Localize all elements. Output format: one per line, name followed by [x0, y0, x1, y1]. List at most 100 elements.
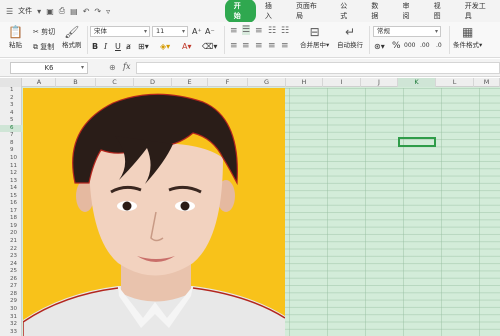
row-header[interactable]: 15	[0, 193, 22, 200]
align-top-icon[interactable]: ≡	[230, 26, 238, 36]
column-header[interactable]: J	[361, 78, 398, 87]
row-header[interactable]: 23	[0, 253, 22, 260]
conditional-format-button[interactable]: ▦ 条件格式▾	[453, 25, 482, 49]
row-header[interactable]: 4	[0, 110, 22, 117]
row-header[interactable]: 16	[0, 200, 22, 207]
row-header[interactable]: 3	[0, 102, 22, 109]
column-header[interactable]: K	[398, 78, 436, 87]
paste-button[interactable]: 📋 粘贴	[8, 25, 23, 49]
row-header[interactable]: 17	[0, 208, 22, 215]
row-header[interactable]: 24	[0, 261, 22, 268]
inserted-photo[interactable]	[23, 88, 285, 336]
row-header[interactable]: 33	[0, 329, 22, 336]
format-painter-button[interactable]: 🖌 格式刷	[62, 25, 82, 49]
row-header[interactable]: 13	[0, 178, 22, 185]
justify-icon[interactable]: ≡	[268, 41, 276, 51]
selected-cell-k6[interactable]	[398, 137, 436, 147]
merge-center-button[interactable]: ⊟ 合并居中▾	[300, 25, 329, 49]
copy-button[interactable]: ⧉ 复制	[33, 42, 54, 52]
column-header[interactable]: G	[248, 78, 286, 87]
zoom-icon[interactable]: ⊕	[109, 63, 116, 72]
formula-input[interactable]	[136, 62, 500, 74]
row-header[interactable]: 18	[0, 215, 22, 222]
tab-data[interactable]: 数据	[362, 0, 393, 23]
row-header[interactable]: 32	[0, 321, 22, 328]
wrap-text-button[interactable]: ↵ 自动换行	[337, 25, 363, 49]
italic-icon[interactable]: I	[104, 42, 107, 51]
fill-color-icon[interactable]: ◈▾	[160, 42, 170, 51]
save-icon[interactable]: ▣	[46, 7, 54, 16]
column-header[interactable]: E	[172, 78, 208, 87]
row-header[interactable]: 31	[0, 314, 22, 321]
row-header[interactable]: 30	[0, 306, 22, 313]
align-middle-icon[interactable]: ☰	[242, 25, 251, 35]
row-header[interactable]: 26	[0, 276, 22, 283]
column-header[interactable]: M	[474, 78, 500, 87]
tab-page-layout[interactable]: 页面布局	[287, 0, 331, 23]
print-icon[interactable]: ⎙	[59, 6, 65, 16]
thousands-button[interactable]: 000	[404, 42, 415, 49]
increase-font-icon[interactable]: A⁺	[192, 27, 202, 36]
align-left-icon[interactable]: ≡	[230, 41, 238, 51]
decrease-decimal-button[interactable]: .0	[436, 42, 442, 49]
column-header[interactable]: L	[436, 78, 474, 87]
tab-insert[interactable]: 插入	[256, 0, 287, 23]
menu-icon[interactable]: ☰	[6, 7, 13, 16]
tab-view[interactable]: 视图	[425, 0, 456, 23]
align-bottom-icon[interactable]: ≡	[255, 26, 263, 36]
tab-developer[interactable]: 开发工具	[456, 0, 500, 23]
row-header[interactable]: 2	[0, 95, 22, 102]
undo-icon[interactable]: ↶	[83, 7, 90, 16]
column-header[interactable]: A	[23, 78, 56, 87]
row-header[interactable]: 8	[0, 140, 22, 147]
font-size-select[interactable]: 11 ▾	[152, 26, 188, 37]
row-header[interactable]: 19	[0, 223, 22, 230]
align-center-icon[interactable]: ≡	[242, 41, 250, 51]
row-header[interactable]: 1	[0, 87, 22, 94]
column-header[interactable]: F	[208, 78, 248, 87]
eraser-icon[interactable]: ⌫▾	[202, 42, 217, 51]
file-menu[interactable]: 文件	[18, 6, 32, 16]
customize-icon[interactable]: ▿	[106, 7, 110, 16]
row-header[interactable]: 28	[0, 291, 22, 298]
align-right-icon[interactable]: ≡	[255, 41, 263, 51]
percent-button[interactable]: %	[392, 41, 401, 51]
row-header[interactable]: 22	[0, 246, 22, 253]
tab-formulas[interactable]: 公式	[331, 0, 362, 23]
row-header[interactable]: 11	[0, 163, 22, 170]
column-header[interactable]: B	[56, 78, 96, 87]
column-header[interactable]: H	[286, 78, 323, 87]
chevron-down-icon[interactable]: ▾	[37, 7, 41, 16]
column-header[interactable]: D	[134, 78, 172, 87]
border-icon[interactable]: ⊞▾	[138, 42, 149, 51]
tab-review[interactable]: 审阅	[393, 0, 424, 23]
print-preview-icon[interactable]: ▤	[70, 7, 78, 16]
indent-icon[interactable]: ☷	[268, 26, 276, 36]
number-format-select[interactable]: 常规 ▾	[373, 26, 441, 37]
redo-icon[interactable]: ↷	[94, 7, 101, 16]
tab-home[interactable]: 开始	[224, 0, 256, 23]
currency-icon[interactable]: ⊛▾	[374, 42, 385, 51]
strikethrough-icon[interactable]: ⱥ	[126, 42, 131, 51]
bold-icon[interactable]: B	[92, 42, 98, 51]
column-header[interactable]: I	[323, 78, 361, 87]
distribute-icon[interactable]: ≡	[281, 41, 289, 51]
decrease-font-icon[interactable]: A⁻	[205, 27, 215, 36]
row-header[interactable]: 29	[0, 298, 22, 305]
outdent-icon[interactable]: ☷	[281, 26, 289, 36]
font-color-icon[interactable]: A▾	[182, 42, 192, 51]
row-header[interactable]: 25	[0, 268, 22, 275]
row-header[interactable]: 14	[0, 185, 22, 192]
row-header[interactable]: 9	[0, 147, 22, 154]
row-header[interactable]: 21	[0, 238, 22, 245]
row-header[interactable]: 10	[0, 155, 22, 162]
row-header[interactable]: 7	[0, 132, 22, 139]
row-header[interactable]: 5	[0, 117, 22, 124]
select-all-corner[interactable]	[0, 78, 22, 87]
row-header[interactable]: 12	[0, 170, 22, 177]
underline-icon[interactable]: U	[115, 42, 121, 51]
fx-icon[interactable]: fx	[123, 62, 130, 71]
column-header[interactable]: C	[96, 78, 134, 87]
row-header[interactable]: 20	[0, 230, 22, 237]
cut-button[interactable]: ✂ 剪切	[33, 27, 55, 37]
